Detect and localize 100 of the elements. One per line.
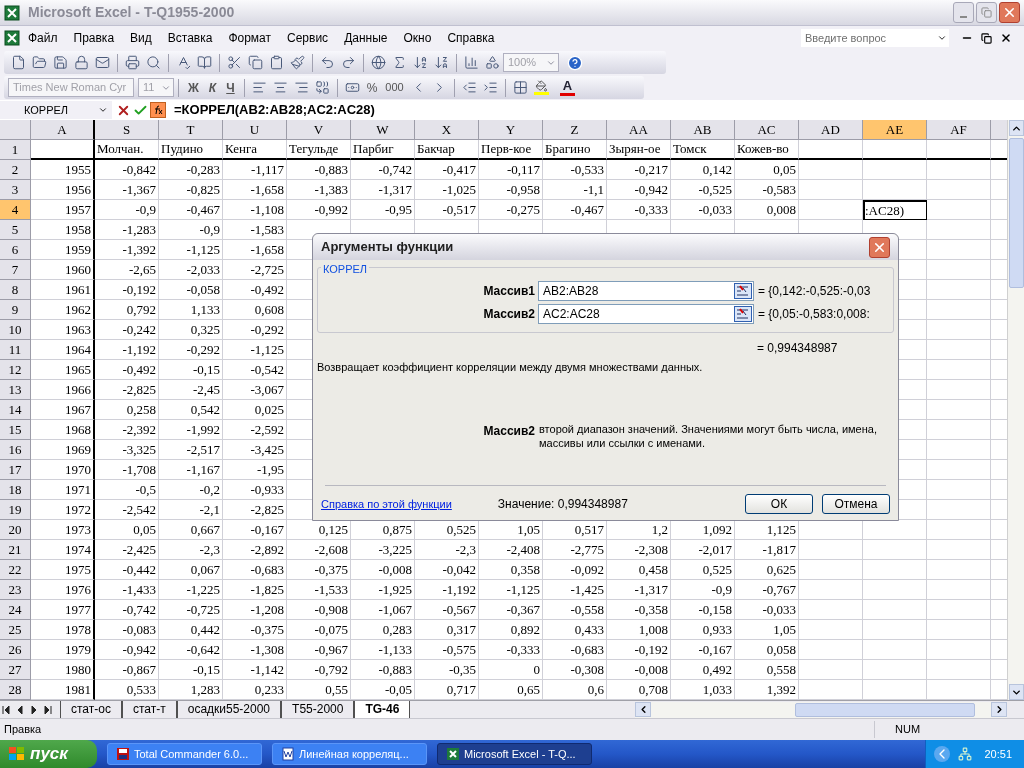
column-header[interactable]: T: [159, 120, 223, 140]
spell-check-icon[interactable]: [176, 55, 191, 70]
menu-item[interactable]: Правка: [65, 29, 123, 47]
formula-field[interactable]: =КОРРЕЛ(AB2:AB28;AC2:AC28): [174, 100, 1024, 120]
scroll-right-button[interactable]: [991, 702, 1007, 717]
underline-button[interactable]: Ч: [221, 78, 240, 97]
row-header[interactable]: 17: [0, 460, 31, 480]
help-search-field[interactable]: Введите вопрос: [801, 29, 935, 47]
column-header[interactable]: W: [351, 120, 415, 140]
borders-icon[interactable]: [512, 80, 528, 95]
column-header[interactable]: A: [31, 120, 95, 140]
scroll-thumb[interactable]: [1008, 138, 1024, 288]
column-header[interactable]: V: [287, 120, 351, 140]
column-header[interactable]: AE: [863, 120, 927, 140]
row-header[interactable]: 7: [0, 260, 31, 280]
search-icon[interactable]: [146, 55, 161, 70]
menu-item[interactable]: Вид: [122, 29, 160, 47]
book-icon[interactable]: [197, 55, 212, 70]
font-color-button[interactable]: A: [559, 79, 576, 96]
row-header[interactable]: 13: [0, 380, 31, 400]
vertical-scrollbar[interactable]: [1007, 120, 1024, 700]
row-header[interactable]: 26: [0, 640, 31, 660]
sheet-tab[interactable]: TG-46: [354, 701, 411, 718]
menu-item[interactable]: Окно: [395, 29, 440, 47]
lock-icon[interactable]: [74, 55, 89, 70]
chart-icon[interactable]: [464, 55, 479, 70]
help-link[interactable]: Справка по этой функции: [321, 495, 452, 513]
thousands-button[interactable]: 000: [381, 79, 408, 96]
argument-field[interactable]: AC2:AC28: [538, 304, 754, 324]
minimize-button[interactable]: [953, 2, 974, 23]
column-header[interactable]: Z: [543, 120, 607, 140]
row-header[interactable]: 15: [0, 420, 31, 440]
menu-item[interactable]: Данные: [336, 29, 396, 47]
row-header[interactable]: 18: [0, 480, 31, 500]
menu-item[interactable]: Вставка: [159, 29, 221, 47]
align-center-icon[interactable]: [272, 80, 288, 95]
sort-ascending-icon[interactable]: [413, 55, 428, 70]
row-header[interactable]: 10: [0, 320, 31, 340]
taskbar-button[interactable]: Microsoft Excel - T-Q...: [437, 743, 592, 765]
indent-increase-icon[interactable]: [482, 80, 498, 95]
indent-decrease-icon[interactable]: [461, 80, 477, 95]
row-header[interactable]: 2: [0, 160, 31, 180]
menu-item[interactable]: Файл: [20, 29, 66, 47]
row-header[interactable]: 1: [0, 140, 31, 160]
new-document-icon[interactable]: [11, 55, 26, 70]
align-right-icon[interactable]: [293, 80, 309, 95]
column-header[interactable]: X: [415, 120, 479, 140]
row-header[interactable]: 3: [0, 180, 31, 200]
row-header[interactable]: 25: [0, 620, 31, 640]
copy-icon[interactable]: [248, 55, 263, 70]
column-header[interactable]: AA: [607, 120, 671, 140]
menu-item[interactable]: Формат: [220, 29, 280, 47]
row-header[interactable]: 8: [0, 280, 31, 300]
close-icon[interactable]: [1000, 32, 1012, 44]
help-icon[interactable]: [567, 54, 583, 71]
start-button[interactable]: пуск: [0, 740, 97, 768]
folder-icon[interactable]: [32, 55, 47, 70]
horizontal-scrollbar[interactable]: [635, 701, 1007, 718]
row-header[interactable]: 28: [0, 680, 31, 700]
sheet-tab[interactable]: осадки55-2000: [176, 701, 282, 718]
undo-icon[interactable]: [320, 55, 335, 70]
sheet-tab[interactable]: стат-ос: [60, 701, 122, 718]
column-header[interactable]: S: [95, 120, 159, 140]
column-header[interactable]: AB: [671, 120, 735, 140]
row-header[interactable]: 16: [0, 440, 31, 460]
row-header[interactable]: 11: [0, 340, 31, 360]
sigma-icon[interactable]: [392, 55, 407, 70]
italic-button[interactable]: К: [203, 78, 222, 97]
align-left-icon[interactable]: [251, 80, 267, 95]
row-header[interactable]: 20: [0, 520, 31, 540]
sheet-tab[interactable]: стат-т: [121, 701, 177, 718]
currency-icon[interactable]: [344, 80, 360, 95]
globe-icon[interactable]: [371, 55, 386, 70]
row-header[interactable]: 14: [0, 400, 31, 420]
column-header[interactable]: U: [223, 120, 287, 140]
taskbar-button[interactable]: Линейная корреляц...: [272, 743, 427, 765]
cancel-button[interactable]: Отмена: [822, 494, 890, 514]
bold-button[interactable]: Ж: [183, 78, 204, 97]
network-icon[interactable]: [958, 747, 973, 761]
restore-icon[interactable]: [981, 32, 992, 44]
row-header[interactable]: 23: [0, 580, 31, 600]
row-header[interactable]: 27: [0, 660, 31, 680]
printer-icon[interactable]: [125, 55, 140, 70]
name-box[interactable]: КОРРЕЛ: [0, 101, 112, 119]
sheet-tab[interactable]: T55-2000: [281, 701, 355, 718]
row-header[interactable]: 12: [0, 360, 31, 380]
row-header[interactable]: 24: [0, 600, 31, 620]
fill-color-icon[interactable]: [533, 80, 549, 95]
menu-item[interactable]: Сервис: [279, 29, 337, 47]
row-header[interactable]: 21: [0, 540, 31, 560]
column-header[interactable]: AC: [735, 120, 799, 140]
range-picker-icon[interactable]: [734, 283, 752, 299]
cell-editor[interactable]: :AC28): [863, 200, 927, 220]
row-header[interactable]: 9: [0, 300, 31, 320]
percent-button[interactable]: %: [362, 78, 382, 97]
row-header[interactable]: 22: [0, 560, 31, 580]
scroll-down-button[interactable]: [1008, 684, 1024, 700]
row-header[interactable]: 5: [0, 220, 31, 240]
dialog-close-button[interactable]: [869, 236, 890, 258]
scroll-thumb[interactable]: [795, 702, 975, 717]
